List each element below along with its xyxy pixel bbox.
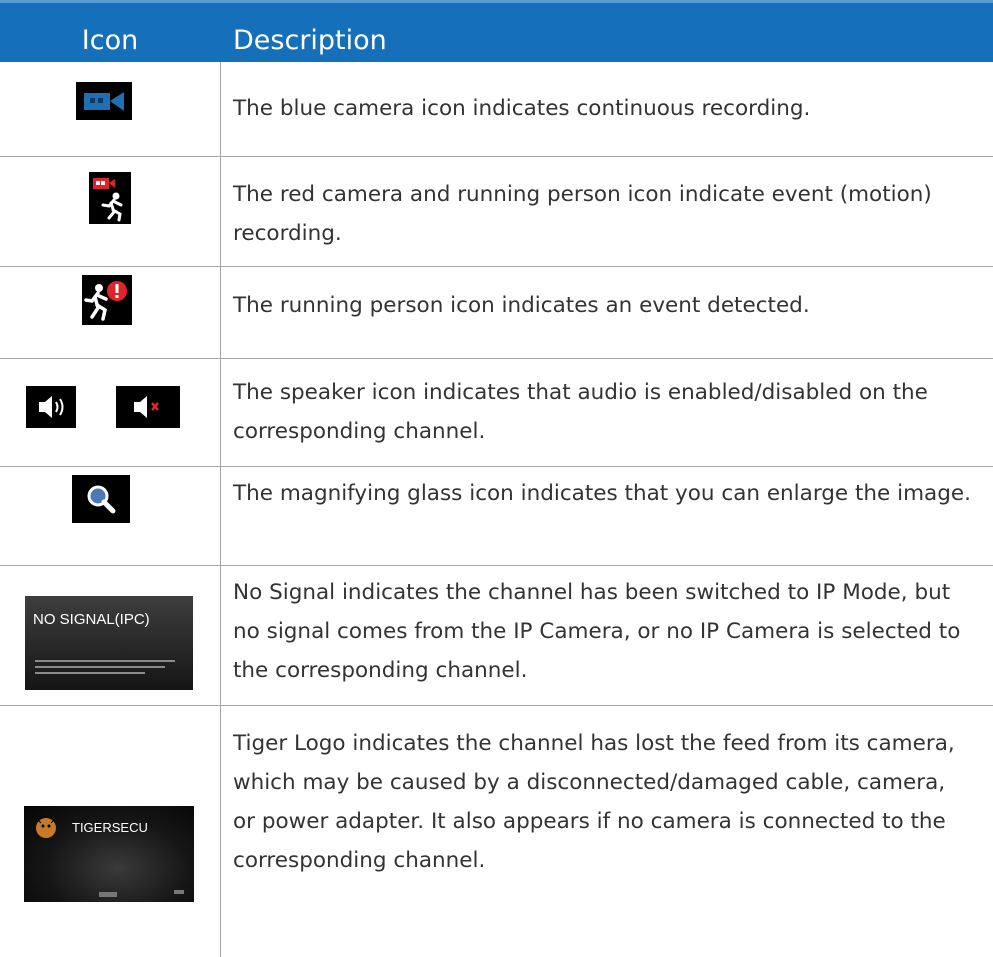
row-description: No Signal indicates the channel has been…	[233, 580, 961, 683]
speaker-enabled-icon	[26, 386, 76, 428]
row-description: The red camera and running person icon i…	[233, 182, 932, 246]
table-header: Icon Description	[0, 0, 993, 62]
red-camera-running-person-icon	[89, 172, 131, 224]
tiger-logo-thumbnail: TIGERSECU	[24, 806, 194, 902]
row-description: The speaker icon indicates that audio is…	[233, 380, 928, 444]
table-row: TIGERSECU Tiger Logo indicates the chann…	[0, 706, 993, 957]
blue-camera-icon	[76, 82, 132, 120]
speaker-disabled-icon	[116, 386, 180, 428]
description-column-header: Description	[233, 25, 387, 56]
magnifying-glass-icon	[72, 475, 130, 523]
row-description: Tiger Logo indicates the channel has los…	[233, 731, 955, 873]
thumbnail-title: TIGERSECU	[72, 820, 148, 835]
no-signal-thumbnail: NO SIGNAL(IPC)	[25, 596, 193, 690]
row-description: The blue camera icon indicates continuou…	[233, 96, 811, 121]
table-row: NO SIGNAL(IPC) No Signal indicates the c…	[0, 566, 993, 706]
thumbnail-fine-print	[35, 660, 175, 674]
row-description: The magnifying glass icon indicates that…	[233, 481, 971, 506]
running-person-alert-icon	[82, 275, 132, 325]
table-row: The speaker icon indicates that audio is…	[0, 359, 993, 467]
table-row: The red camera and running person icon i…	[0, 157, 993, 267]
table-row: The blue camera icon indicates continuou…	[0, 62, 993, 157]
table-row: The magnifying glass icon indicates that…	[0, 467, 993, 566]
table-row: The running person icon indicates an eve…	[0, 267, 993, 359]
row-description: The running person icon indicates an eve…	[233, 293, 810, 318]
icon-column-header: Icon	[81, 25, 139, 56]
